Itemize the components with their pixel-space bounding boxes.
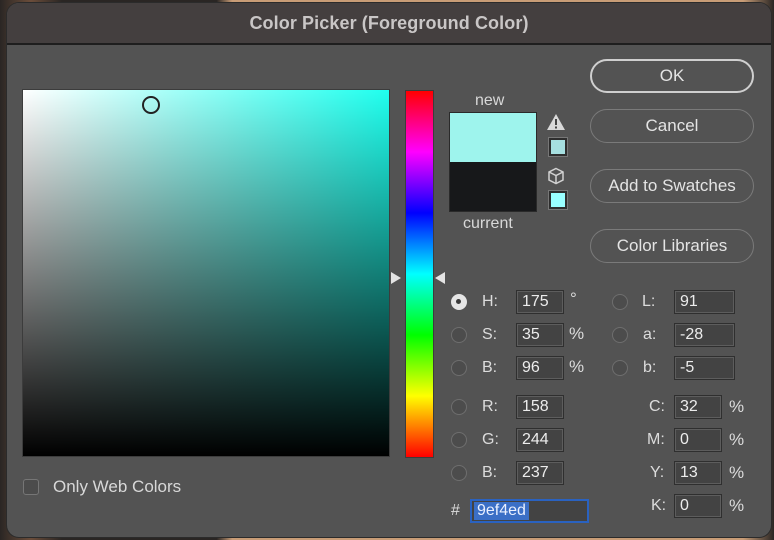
color-field-black-gradient [23,90,389,456]
red-label: R: [482,398,498,415]
color-field-cursor[interactable] [142,95,161,114]
black-unit: % [729,496,745,515]
brightness-unit: % [569,357,585,376]
current-color-swatch[interactable] [450,162,536,211]
lab-a-radio[interactable] [612,327,628,343]
yellow-unit: % [729,463,745,482]
yellow-input[interactable]: 13 [674,461,722,485]
red-radio[interactable] [451,399,467,415]
green-radio[interactable] [451,432,467,448]
hue-slider-left-handle[interactable] [391,272,401,285]
only-web-colors-label[interactable]: Only Web Colors [53,477,181,497]
lab-l-radio[interactable] [612,294,628,310]
saturation-radio[interactable] [451,327,467,343]
black-input[interactable]: 0 [674,494,722,518]
cyan-label: C: [649,398,665,415]
hue-input[interactable]: 175 [516,290,564,314]
ok-button[interactable]: OK [590,59,754,93]
magenta-unit: % [729,430,745,449]
magenta-input[interactable]: 0 [674,428,722,452]
blue-radio[interactable] [451,465,467,481]
hue-slider-right-handle[interactable] [435,272,445,285]
hex-value: 9ef4ed [474,502,529,520]
color-libraries-button[interactable]: Color Libraries [590,229,754,263]
cyan-unit: % [729,397,745,416]
brightness-radio[interactable] [451,360,467,376]
web-safe-swatch[interactable] [548,190,568,210]
in-gamut-swatch[interactable] [548,137,568,157]
cancel-button[interactable]: Cancel [590,109,754,143]
warning-icon[interactable] [546,113,566,136]
brightness-input[interactable]: 96 [516,356,564,380]
lab-b-label: b: [643,359,657,376]
dialog-title: Color Picker (Foreground Color) [249,12,529,33]
lab-l-label: L: [642,293,656,310]
red-input[interactable]: 158 [516,395,564,419]
hue-label: H: [482,293,498,310]
color-preview [449,112,537,212]
blue-label: B: [482,464,498,481]
green-label: G: [482,431,499,448]
lab-b-input[interactable]: -5 [674,356,735,380]
hue-slider[interactable] [405,90,434,458]
only-web-colors-checkbox[interactable] [23,479,39,495]
saturation-input[interactable]: 35 [516,323,564,347]
cyan-input[interactable]: 32 [674,395,722,419]
lab-a-label: a: [643,326,657,343]
saturation-label: S: [482,326,498,343]
color-picker-dialog: Color Picker (Foreground Color) new curr… [7,3,771,537]
new-color-swatch [450,113,536,162]
yellow-label: Y: [650,464,665,481]
black-label: K: [651,497,667,514]
hex-prefix: # [451,502,460,519]
lab-b-radio[interactable] [612,360,628,376]
title-bar: Color Picker (Foreground Color) [7,3,771,45]
brightness-label: B: [482,359,498,376]
hue-radio[interactable] [451,294,467,310]
saturation-unit: % [569,324,585,343]
current-label: current [463,215,513,232]
blue-input[interactable]: 237 [516,461,564,485]
add-to-swatches-button[interactable]: Add to Swatches [590,169,754,203]
magenta-label: M: [647,431,665,448]
hex-input[interactable]: 9ef4ed [470,499,589,523]
hue-unit: ° [570,289,577,308]
lab-l-input[interactable]: 91 [674,290,735,314]
lab-a-input[interactable]: -28 [674,323,735,347]
color-field[interactable] [22,89,390,457]
cube-icon[interactable] [546,167,566,190]
new-label: new [475,92,505,109]
green-input[interactable]: 244 [516,428,564,452]
